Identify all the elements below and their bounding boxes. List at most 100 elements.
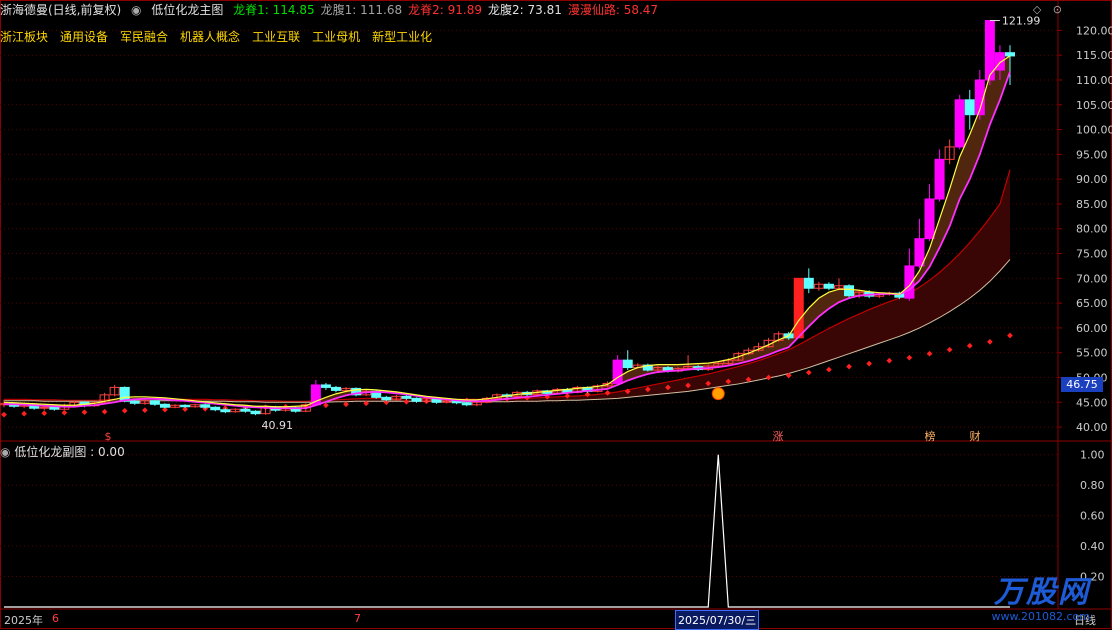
immortal-path-dot	[846, 363, 852, 370]
immortal-path-dot	[61, 409, 68, 416]
candle-body	[411, 397, 422, 402]
sector-tag-5[interactable]: 工业母机	[312, 30, 360, 44]
sector-tag-1[interactable]: 通用设备	[60, 30, 108, 44]
immortal-path-dot	[886, 357, 893, 364]
sub-y-tick-label: 1.00	[1080, 449, 1105, 462]
indicator-value-2: 龙脊2: 91.89	[408, 3, 482, 17]
diamond-icon[interactable]: ◇	[1033, 3, 1041, 16]
sub-y-tick-label: 0.80	[1080, 479, 1105, 492]
sector-tag-0[interactable]: 浙江板块	[0, 30, 48, 44]
month-6-label: 6	[52, 612, 59, 625]
candle-body	[200, 404, 211, 408]
indicator-value-3: 龙腹2: 73.81	[488, 3, 562, 17]
candle-body	[250, 410, 261, 415]
y-tick-label: 40.00	[1076, 421, 1108, 434]
indicator-value-4: 漫漫仙路: 58.47	[567, 3, 659, 17]
stock-title[interactable]: 浙海德曼(日线,前复权)	[0, 3, 121, 17]
y-tick-label: 60.00	[1076, 322, 1108, 335]
dragon-body-area	[4, 55, 1010, 409]
sub-y-tick-label: 0.40	[1080, 540, 1105, 553]
candle-body	[954, 99, 965, 148]
y-tick-label: 85.00	[1076, 198, 1108, 211]
signal-marker	[711, 387, 725, 401]
current-price-label: 46.75	[1061, 377, 1103, 392]
candle-body	[49, 406, 60, 410]
y-tick-label: 55.00	[1076, 347, 1108, 360]
sub-chart-title[interactable]: 低位化龙副图 : 0.00	[14, 445, 124, 459]
dollar-marker: $	[105, 430, 112, 443]
y-tick-label: 105.00	[1076, 99, 1112, 112]
sub-signal-line	[4, 454, 1010, 608]
y-tick-label: 100.00	[1076, 124, 1112, 137]
cai-marker: 财	[970, 429, 981, 443]
immortal-path-dot	[142, 407, 148, 414]
candle-body	[159, 403, 170, 408]
immortal-path-dot	[826, 366, 832, 373]
candle-body	[924, 198, 935, 240]
zhang-marker: 涨	[773, 430, 784, 443]
dragon-spine-2-line	[4, 169, 1011, 402]
y-tick-label: 65.00	[1076, 297, 1108, 310]
indicator-values: 龙脊1: 114.85 龙腹1: 111.68 龙脊2: 91.89 龙腹2: 73.…	[233, 3, 664, 17]
cursor-date-label: 2025/07/30/三	[675, 610, 760, 630]
min-price-label: 40.91	[262, 419, 294, 432]
immortal-path-dot	[21, 410, 27, 417]
indicator-name[interactable]: 低位化龙主图	[151, 3, 223, 17]
immortal-path-dot	[946, 346, 953, 353]
sub-chart-header: ◉ 低位化龙副图 : 0.00	[0, 443, 125, 460]
chart-header: 浙海德曼(日线,前复权) ◉ 低位化龙主图 龙脊1: 114.85 龙腹1: 11…	[0, 0, 1060, 22]
chevron-down-icon[interactable]: ◉	[131, 3, 141, 17]
dragon-belly-1-line	[4, 71, 1011, 410]
candle-body	[210, 406, 221, 411]
dragon-spine-1-line	[3, 55, 1011, 408]
sub-y-tick-label: 0.60	[1080, 510, 1105, 523]
candle-body	[149, 400, 160, 405]
watermark-url: www.201082.com	[991, 610, 1090, 623]
chart-canvas: 40.0045.0050.0055.0060.0065.0070.0075.00…	[0, 0, 1112, 629]
sector-tag-6[interactable]: 新型工业化	[372, 30, 432, 44]
bang-marker: 榜	[925, 429, 936, 443]
sector-tags: 浙江板块 通用设备 军民融合 机器人概念 工业互联 工业母机 新型工业化	[0, 28, 444, 45]
candle-body	[320, 384, 331, 388]
immortal-path-dot	[805, 369, 812, 376]
month-7-label: 7	[354, 612, 361, 625]
candle-body	[934, 158, 945, 200]
immortal-path-dot	[41, 410, 48, 417]
watermark-logo: 万股网	[994, 575, 1090, 610]
y-tick-label: 95.00	[1076, 148, 1108, 161]
candle-body	[622, 359, 633, 369]
candle-body	[964, 99, 975, 116]
immortal-path-dot	[926, 350, 933, 357]
candle-body	[1005, 52, 1015, 57]
year-label: 2025年	[4, 614, 43, 627]
y-tick-label: 45.00	[1076, 396, 1108, 409]
date-axis: 2025年 6 7 2025/07/30/三 日线	[0, 609, 1112, 630]
y-tick-label: 110.00	[1076, 74, 1112, 87]
sector-tag-4[interactable]: 工业互联	[252, 30, 300, 44]
y-tick-label: 120.00	[1076, 24, 1112, 37]
y-tick-label: 80.00	[1076, 223, 1108, 236]
candle-body	[240, 408, 251, 412]
candle-body	[180, 404, 191, 408]
sector-tag-2[interactable]: 军民融合	[120, 30, 168, 44]
immortal-path-dot	[987, 338, 993, 345]
sector-tag-3[interactable]: 机器人概念	[180, 30, 240, 44]
chevron-down-icon[interactable]: ◉	[0, 445, 10, 459]
y-tick-label: 75.00	[1076, 248, 1108, 261]
y-tick-label: 70.00	[1076, 272, 1108, 285]
y-tick-label: 115.00	[1076, 49, 1112, 62]
candle-body	[381, 396, 392, 401]
candle-body	[461, 402, 472, 406]
candle-body	[803, 277, 814, 289]
candle-body	[129, 400, 140, 404]
gear-icon[interactable]: ⊙	[1053, 3, 1062, 16]
candle-body	[401, 395, 412, 399]
immortal-path-dot	[121, 407, 128, 414]
indicator-value-0: 龙脊1: 114.85	[233, 3, 315, 17]
immortal-path-dot	[1, 411, 7, 418]
candle-body	[914, 238, 925, 267]
immortal-path-dot	[101, 408, 108, 415]
immortal-path-dot	[81, 409, 88, 416]
candle-body	[220, 409, 231, 413]
window-icons[interactable]: ◇ ⊙	[1033, 3, 1062, 16]
